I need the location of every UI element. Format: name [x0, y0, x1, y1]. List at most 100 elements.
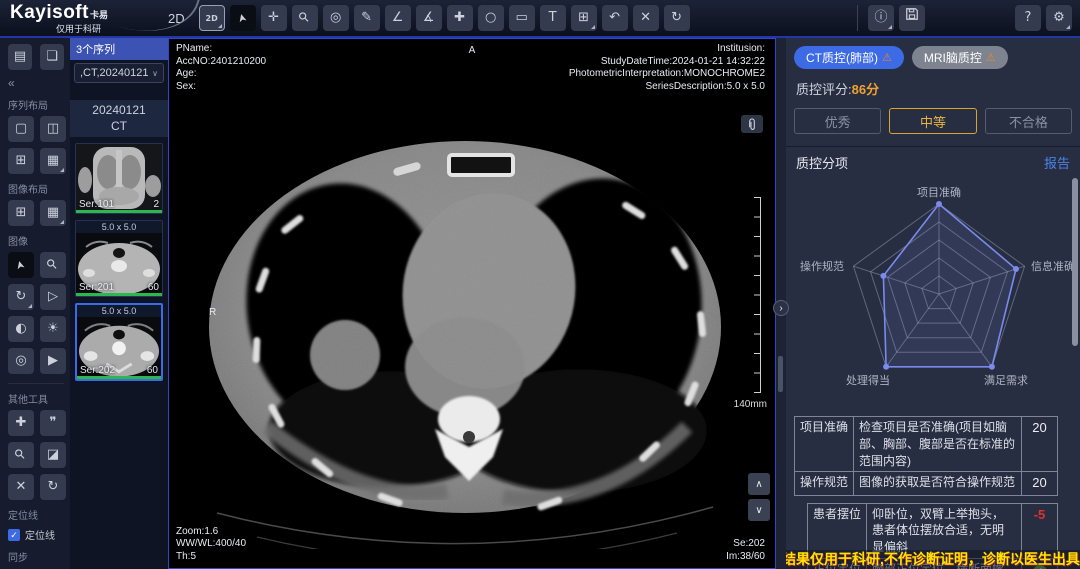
layout-3x3-button[interactable]: ▦ [40, 148, 66, 174]
series-thumbnail-201[interactable]: 5.0 x 5.0 Ser:20160 [75, 220, 163, 297]
app-window: Kayisoft卡易 仅用于科研 2D 2D ➤ ✛ ⚲ ◎ ✎ ∠ ∡ ✚ ○… [0, 0, 1080, 569]
qc-subsection-title: 质控分项 [796, 153, 848, 172]
tool-group: 2D ➤ ✛ ⚲ ◎ ✎ ∠ ∡ ✚ ○ ▭ T ⊞ ↶ ✕ ↻ [199, 5, 690, 31]
series-number: Ser:101 [79, 199, 114, 210]
scout-lines-button[interactable]: ▷ [40, 284, 66, 310]
other-tools-title: 其他工具 [8, 391, 64, 406]
grade-excellent-button[interactable]: 优秀 [794, 108, 881, 134]
study-list-button[interactable]: ▤ [8, 44, 32, 70]
help-button[interactable]: ? [1015, 5, 1041, 31]
pan-tool-button[interactable]: ✛ [261, 5, 287, 31]
attachment-button[interactable] [741, 115, 763, 133]
scroll-down-button[interactable]: ∨ [748, 499, 770, 521]
series-panel: 3个序列 ,CT,20240121 ∨ 20240121 CT [70, 38, 168, 569]
crosshair-icon: ✚ [16, 415, 27, 430]
crosshair-icon: ✚ [454, 10, 465, 25]
cine-play-button[interactable]: ▶ [40, 348, 66, 374]
target-icon: ◎ [330, 10, 341, 25]
image-rotate-button[interactable]: ↻ [8, 284, 34, 310]
radar-label-meets-needs: 满足需求 [984, 372, 1028, 388]
load-progress-bar [77, 376, 161, 379]
remove-button[interactable]: ✕ [8, 474, 34, 500]
image-pointer-icon: ➤ [7, 257, 35, 273]
research-disclaimer-marquee: 结果仅用于科研,不作诊断证明，诊断以医生出具的诊断 [786, 550, 1080, 569]
reset-tools-button[interactable]: ↻ [40, 474, 66, 500]
delete-annotation-button[interactable]: ✕ [633, 5, 659, 31]
info-button[interactable]: ⓘ [868, 5, 894, 31]
tab-mri-brain-qc[interactable]: MRI脑质控 ⚠ [912, 46, 1008, 69]
report-link[interactable]: 报告 [1044, 153, 1070, 172]
tab-label: MRI脑质控 [924, 49, 982, 66]
radar-label-item-accuracy: 项目准确 [794, 184, 1080, 200]
radar-label-info-accuracy: 信息准确 [1031, 258, 1075, 274]
eraser-button[interactable]: ◪ [40, 442, 66, 468]
save-button[interactable] [899, 5, 925, 31]
image-viewport[interactable]: PName: AccNO:2401210200 Age: Sex: A R In… [168, 38, 776, 569]
image-layout-title: 图像布局 [8, 181, 64, 196]
angle-tool-button[interactable]: ∠ [385, 5, 411, 31]
radar-label-proper-handling: 处理得当 [846, 372, 890, 388]
institution: Institusion: [569, 43, 765, 56]
layout-2d-button[interactable]: 2D [199, 5, 225, 31]
radar-svg [794, 174, 1080, 412]
undo-button[interactable]: ↶ [602, 5, 628, 31]
collapse-sidebar-button[interactable]: « [8, 76, 64, 90]
expand-panel-button[interactable]: › [773, 300, 789, 316]
image-magnifier-button[interactable]: ⚲ [40, 252, 66, 278]
ai-search-button[interactable]: ⚲ [8, 442, 34, 468]
report-save-group: ⓘ [857, 5, 935, 31]
scroll-up-button[interactable]: ∧ [748, 473, 770, 495]
study-dropdown[interactable]: ,CT,20240121 ∨ [74, 63, 164, 83]
add-crosshair-button[interactable]: ✚ [8, 410, 34, 436]
zoom-tool-button[interactable]: ⚲ [292, 5, 318, 31]
tab-ct-lung-qc[interactable]: CT质控(肺部) ⚠ [794, 46, 904, 69]
locator-title: 定位线 [8, 507, 64, 522]
main-area: ▤ ❏ « 序列布局 ▢ ◫ ⊞ ▦ 图像布局 ⊞ ▦ 图像 ➤ ⚲ ↻ ▷ [0, 38, 1080, 569]
pointer-tool-button[interactable]: ➤ [230, 5, 256, 31]
patient-sex: Sex: [176, 81, 266, 94]
study-group-header: 20240121 CT [70, 100, 168, 137]
target-tool-button[interactable]: ◎ [323, 5, 349, 31]
settings-button[interactable]: ⚙ [1046, 5, 1072, 31]
layout-2x2-button[interactable]: ⊞ [8, 148, 34, 174]
study-date: 20240121 [70, 103, 168, 119]
ellipse-tool-button[interactable]: ○ [478, 5, 504, 31]
top-toolbar: Kayisoft卡易 仅用于科研 2D 2D ➤ ✛ ⚲ ◎ ✎ ∠ ∡ ✚ ○… [0, 0, 1080, 38]
spiral-button[interactable]: ◎ [8, 348, 34, 374]
locator-line-checkbox[interactable]: ✓ 定位线 [8, 527, 64, 542]
patient-age: Age: [176, 68, 266, 81]
invert-contrast-button[interactable]: ◐ [8, 316, 34, 342]
grade-fail-button[interactable]: 不合格 [985, 108, 1072, 134]
remove-icon: ✕ [16, 479, 27, 494]
series-thumbnail-101[interactable]: Ser:1012 [75, 143, 163, 214]
copy-report-button[interactable]: ❏ [40, 44, 64, 70]
window-width-level: WW/WL:400/40 [176, 538, 246, 551]
qc-item-score: 20 [1022, 472, 1058, 495]
text-tool-button[interactable]: T [540, 5, 566, 31]
magnifier-icon: ⚲ [40, 252, 65, 277]
crosshair-tool-button[interactable]: ✚ [447, 5, 473, 31]
divider-scrollbar-thumb[interactable] [778, 356, 783, 392]
study-info-overlay: Institusion: StudyDateTime:2024-01-21 14… [569, 43, 765, 93]
layout-1x1-button[interactable]: ▢ [8, 116, 34, 142]
cobb-angle-tool-button[interactable]: ∡ [416, 5, 442, 31]
reset-button[interactable]: ↻ [664, 5, 690, 31]
series-thumbnail-202[interactable]: 5.0 x 5.0 Ser:20260 [75, 303, 163, 381]
image-layout-3x3-button[interactable]: ▦ [40, 200, 66, 226]
comment-button[interactable]: ❞ [40, 410, 66, 436]
pencil-tool-button[interactable]: ✎ [354, 5, 380, 31]
panel-divider: › [776, 38, 786, 569]
image-pointer-button[interactable]: ➤ [8, 252, 34, 278]
window-level-button[interactable]: ⊞ [571, 5, 597, 31]
rectangle-icon: ▭ [515, 10, 527, 25]
image-tools-title: 图像 [8, 233, 64, 248]
paperclip-icon [747, 118, 757, 131]
qc-scrollbar-thumb[interactable] [1072, 178, 1078, 346]
brightness-button[interactable]: ☀ [40, 316, 66, 342]
image-layout-2x2-button[interactable]: ⊞ [8, 200, 34, 226]
ct-axial-image [197, 109, 737, 549]
grade-medium-button[interactable]: 中等 [889, 108, 976, 134]
spiral-icon: ◎ [15, 353, 26, 368]
rectangle-tool-button[interactable]: ▭ [509, 5, 535, 31]
layout-1x2-button[interactable]: ◫ [40, 116, 66, 142]
